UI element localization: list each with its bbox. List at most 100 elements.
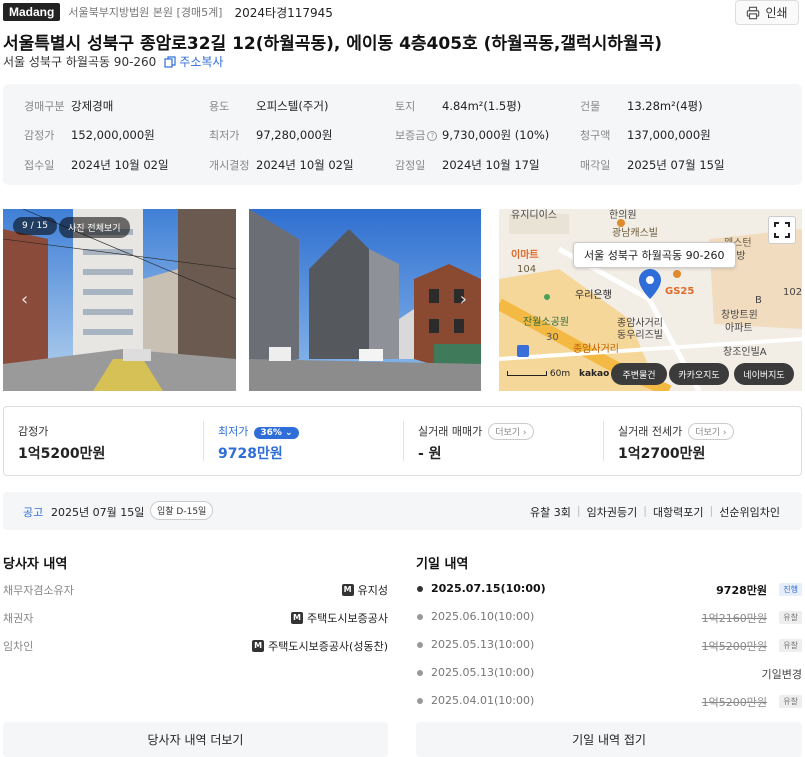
nearby-items-button[interactable]: 주변물건: [611, 363, 667, 385]
info-label: 접수일: [24, 159, 55, 172]
party-row: 채권자 M 주택도시보증공사: [3, 608, 388, 628]
building-photo-image: [249, 209, 481, 391]
minimum-price: 최저가 36% ⌄ 9728만원: [204, 407, 404, 475]
appraisal-price: 감정가 1억5200만원: [4, 407, 204, 475]
case-number: 2024타경117945: [234, 5, 333, 20]
scale-label: 60m: [549, 369, 571, 379]
timeline-dot: [417, 586, 423, 592]
info-value: 2024년 10월 02일: [256, 158, 354, 172]
history-date: 2025.07.15(10:00): [431, 582, 546, 595]
appraisal-value: 1억5200만원: [18, 446, 106, 462]
help-icon[interactable]: ?: [427, 131, 438, 141]
print-button[interactable]: 인쇄: [735, 0, 799, 25]
map-label: 이마트: [511, 250, 539, 261]
history-row: 2025.05.13(10:00) 기일변경: [416, 664, 802, 684]
info-label: 개시결정: [209, 159, 250, 172]
header-bar: Madang 서울북부지방법원 본원 [경매5계] 2024타경117945: [3, 2, 333, 22]
map-label: 유지디이스: [511, 210, 557, 221]
party-row: 채무자겸소유자 M 유지성: [3, 580, 388, 600]
copy-icon: [164, 55, 176, 68]
lease-price: 실거래 전세가 더보기 › 1억2700만원: [604, 407, 803, 475]
history-date: 2025.04.01(10:00): [431, 694, 535, 707]
history-date: 2025.05.13(10:00): [431, 638, 535, 651]
trade-label-row: 실거래 매매가 더보기 ›: [418, 423, 534, 440]
party-row: 임차인 M 주택도시보증공사(성동찬): [3, 636, 388, 656]
minimum-percent-badge: 36% ⌄: [254, 427, 299, 439]
appraisal-label: 감정가: [18, 425, 49, 438]
history-row: 2025.06.10(10:00) 1억2160만원 유찰: [416, 608, 802, 628]
party-name: M 주택도시보증공사(성동찬): [252, 638, 388, 654]
property-photo-1[interactable]: 9 / 15 사진 전체보기 ‹: [3, 209, 236, 391]
timeline-dot: [417, 614, 423, 620]
kakao-map-button[interactable]: 카카오지도: [669, 363, 729, 385]
print-label: 인쇄: [765, 6, 788, 20]
chevron-left-icon[interactable]: ‹: [21, 289, 28, 310]
history-collapse-button[interactable]: 기일 내역 접기: [416, 722, 802, 757]
map-label: 아파트: [725, 323, 753, 334]
expand-icon: [774, 222, 790, 238]
property-photo-2[interactable]: ›: [249, 209, 481, 391]
member-icon: M: [341, 584, 354, 596]
kakao-logo: kakao: [578, 369, 610, 379]
history-date: 2025.06.10(10:00): [431, 610, 535, 623]
map-label: 102: [783, 287, 802, 298]
map-label: 동우리즈빌: [617, 330, 663, 341]
info-label: 최저가: [209, 129, 240, 142]
map-label: B: [755, 295, 762, 306]
member-icon: M: [252, 640, 265, 652]
trade-value: - 원: [418, 446, 442, 462]
court-name: 서울북부지방법원 본원 [경매5계]: [68, 6, 223, 19]
photo-counter: 9 / 15: [13, 217, 57, 235]
history-row: 2025.05.13(10:00) 1억5200만원 유찰: [416, 636, 802, 656]
auction-info-grid: 경매구분 강제경매 용도 오피스텔(주거) 토지 4.84m²(1.5평) 건물…: [3, 84, 802, 185]
lease-value: 1억2700만원: [618, 446, 706, 462]
map-label: 창조인빌A: [723, 347, 767, 358]
notice-bar: 공고 2025년 07월 15일 입찰 D-15일 유찰 3회 | 임차권등기 | …: [3, 492, 802, 530]
map-expand-button[interactable]: [768, 216, 796, 244]
map-address-tooltip: 서울 성북구 하월곡동 90-260: [573, 242, 736, 268]
copy-address-button[interactable]: 주소복사: [164, 53, 223, 70]
deposit-label: 보증금?: [395, 127, 438, 143]
tag: 유찰 3회: [530, 506, 571, 519]
info-value: 4.84m²(1.5평): [442, 99, 522, 113]
history-price: 1억2160만원: [701, 612, 767, 625]
info-value: 2024년 10월 02일: [71, 158, 169, 172]
party-name: M 유지성: [341, 582, 388, 598]
map-scale: 60m kakao: [507, 369, 609, 379]
history-status: 유찰: [779, 695, 802, 708]
lease-more-button[interactable]: 더보기 ›: [688, 423, 734, 440]
party-role: 임차인: [3, 640, 34, 653]
info-label: 경매구분: [24, 100, 65, 113]
history-status: 진행: [779, 583, 802, 596]
map-pin-icon[interactable]: [639, 269, 661, 299]
notice-label: 공고: [23, 506, 44, 519]
lease-label-row: 실거래 전세가 더보기 ›: [618, 423, 734, 440]
map-label: GS25: [665, 286, 695, 297]
parties-more-button[interactable]: 당사자 내역 더보기: [3, 722, 388, 757]
timeline-dot: [417, 642, 423, 648]
info-value: 강제경매: [71, 99, 114, 113]
map-label: 광남캐스빌: [612, 228, 658, 239]
history-row: 2025.04.01(10:00) 1억5200만원 유찰: [416, 692, 802, 712]
info-value: 137,000,000원: [627, 128, 711, 142]
history-date: 2025.05.13(10:00): [431, 666, 535, 679]
trade-more-button[interactable]: 더보기 ›: [488, 423, 534, 440]
chevron-right-icon[interactable]: ›: [460, 289, 467, 310]
tag: 대항력포기: [652, 506, 704, 519]
history-price: 9728만원: [716, 584, 767, 597]
info-label: 토지: [395, 100, 416, 113]
map-label: 30: [546, 332, 559, 343]
history-price: 1억5200만원: [701, 640, 767, 653]
location-map[interactable]: 유지디이스 한의원 광남캐스빌 이마트 웨스턴 104 우리은행 GS25 창방…: [499, 209, 802, 391]
price-summary: 감정가 1억5200만원 최저가 36% ⌄ 9728만원 실거래 매매가 더보기 …: [3, 406, 802, 476]
madang-logo[interactable]: Madang: [3, 3, 61, 21]
sub-address-row: 서울 성북구 하월곡동 90-260 주소복사: [3, 53, 223, 70]
view-all-photos-button[interactable]: 사진 전체보기: [59, 217, 130, 238]
naver-map-button[interactable]: 네이버지도: [734, 363, 794, 385]
info-label: 청구액: [580, 129, 611, 142]
map-label: 종암사거리: [573, 344, 619, 355]
trade-price: 실거래 매매가 더보기 › - 원: [404, 407, 604, 475]
dday-badge: 입찰 D-15일: [150, 501, 214, 520]
history-status: 유찰: [779, 639, 802, 652]
timeline-dot: [417, 698, 423, 704]
